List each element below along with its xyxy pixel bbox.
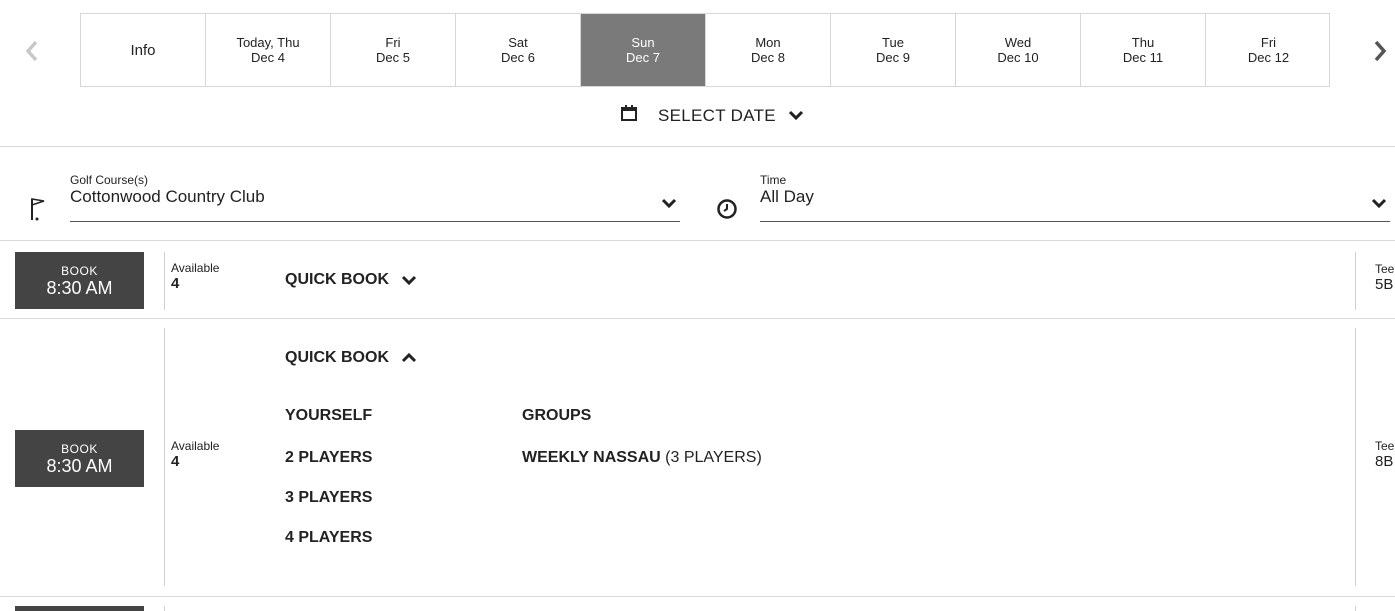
quick-book-3-players[interactable]: 3 PLAYERS [285,489,372,507]
golf-course-select[interactable]: Golf Course(s) Cottonwood Country Club [70,173,680,207]
tee-time: 8:30 AM [46,277,113,298]
divider [164,328,165,586]
calendar-icon [620,104,638,127]
group-weekly-nassau[interactable]: WEEKLY NASSAU (3 PLAYERS) [522,449,762,467]
clock-icon [716,198,738,225]
group-player-count: (3 PLAYERS) [665,449,762,466]
chevron-down-icon[interactable] [1371,196,1387,214]
date-tab-dec-4[interactable]: Today, Thu Dec 4 [206,14,331,86]
tee-value: 5B [1375,276,1394,293]
golf-flag-icon [28,196,48,227]
date-tab-day: Today, Thu [236,35,300,50]
available-label: Available [171,261,220,275]
chevron-up-icon [401,352,417,363]
available-count: 4 [171,453,180,470]
book-label: BOOK [61,441,98,456]
date-tab-dec-9[interactable]: Tue Dec 9 [831,14,956,86]
groups-heading: GROUPS [522,407,592,424]
date-tab-day: Sat [508,35,528,50]
time-underline [760,221,1390,222]
date-tab-day: Thu [1131,35,1155,50]
next-dates-arrow-icon[interactable] [1370,36,1390,66]
available-count: 4 [171,275,180,292]
date-tab-day: Fri [385,35,401,50]
date-tab-day: Sun [631,35,655,50]
date-tab-dec-10[interactable]: Wed Dec 10 [956,14,1081,86]
golf-course-underline [70,221,680,222]
prev-dates-arrow-icon[interactable] [22,36,42,66]
date-tab-date: Dec 11 [1122,50,1164,65]
divider [1355,606,1356,611]
tee-label: Tee [1375,262,1395,276]
group-name: WEEKLY NASSAU [522,449,661,466]
available-label: Available [171,439,220,453]
divider [164,606,165,611]
date-tab-date: Dec 12 [1247,50,1290,65]
date-tab-date: Dec 7 [626,50,660,65]
select-date-label: SELECT DATE [658,105,776,125]
quick-book-toggle[interactable]: QUICK BOOK [285,349,417,367]
date-tab-dec-11[interactable]: Thu Dec 11 [1081,14,1206,86]
date-tab-dec-12[interactable]: Fri Dec 12 [1206,14,1331,86]
date-tab-dec-8[interactable]: Mon Dec 8 [706,14,831,86]
divider [0,596,1395,597]
tee-value: 8B [1375,453,1394,470]
date-tab-date: Dec 5 [376,50,410,65]
time-label: Time [760,173,787,187]
date-tab-dec-7-selected[interactable]: Sun Dec 7 [581,14,706,86]
quick-book-2-players[interactable]: 2 PLAYERS [285,449,372,467]
date-tab-date: Dec 9 [876,50,910,65]
select-date-button[interactable]: SELECT DATE [620,104,804,127]
tab-info-label: Info [130,41,156,59]
tee-info: Tee 5B [1375,262,1395,293]
tee-info: Tee 8B [1375,439,1395,470]
book-button[interactable] [15,606,144,611]
date-selector: Info Today, Thu Dec 4 Fri Dec 5 Sat Dec … [80,13,1330,87]
quick-book-label: QUICK BOOK [285,271,389,288]
chevron-down-icon [788,106,804,126]
divider [0,146,1395,147]
quick-book-toggle[interactable]: QUICK BOOK [285,271,417,289]
date-tab-date: Dec 10 [997,50,1039,65]
date-tab-dec-5[interactable]: Fri Dec 5 [331,14,456,86]
date-tab-date: Dec 8 [751,50,785,65]
book-button[interactable]: BOOK 8:30 AM [15,430,144,487]
time-select[interactable]: Time All Day [760,173,1390,207]
chevron-down-icon[interactable] [661,196,677,214]
tee-time: 8:30 AM [46,455,113,476]
date-tab-day: Wed [1004,35,1032,50]
date-tab-dec-6[interactable]: Sat Dec 6 [456,14,581,86]
divider [164,252,165,310]
date-tab-day: Mon [755,35,781,50]
golf-course-label: Golf Course(s) [70,173,149,187]
golf-course-value: Cottonwood Country Club [70,187,265,206]
divider [1355,252,1356,310]
availability: Available 4 [171,261,219,292]
date-tab-day: Tue [882,35,904,50]
time-value: All Day [760,187,814,206]
tee-label: Tee [1375,439,1395,453]
quick-book-4-players[interactable]: 4 PLAYERS [285,529,372,547]
date-tab-date: Dec 6 [501,50,535,65]
quick-book-label: QUICK BOOK [285,349,389,366]
divider [1355,328,1356,586]
date-tab-day: Fri [1260,35,1277,50]
quick-book-yourself[interactable]: YOURSELF [285,407,372,425]
divider [0,318,1395,319]
divider [0,240,1395,241]
availability: Available 4 [171,439,219,470]
book-button[interactable]: BOOK 8:30 AM [15,252,144,309]
book-label: BOOK [61,263,98,278]
chevron-down-icon [401,275,417,286]
date-tab-date: Dec 4 [251,50,285,65]
tab-info[interactable]: Info [81,14,206,86]
